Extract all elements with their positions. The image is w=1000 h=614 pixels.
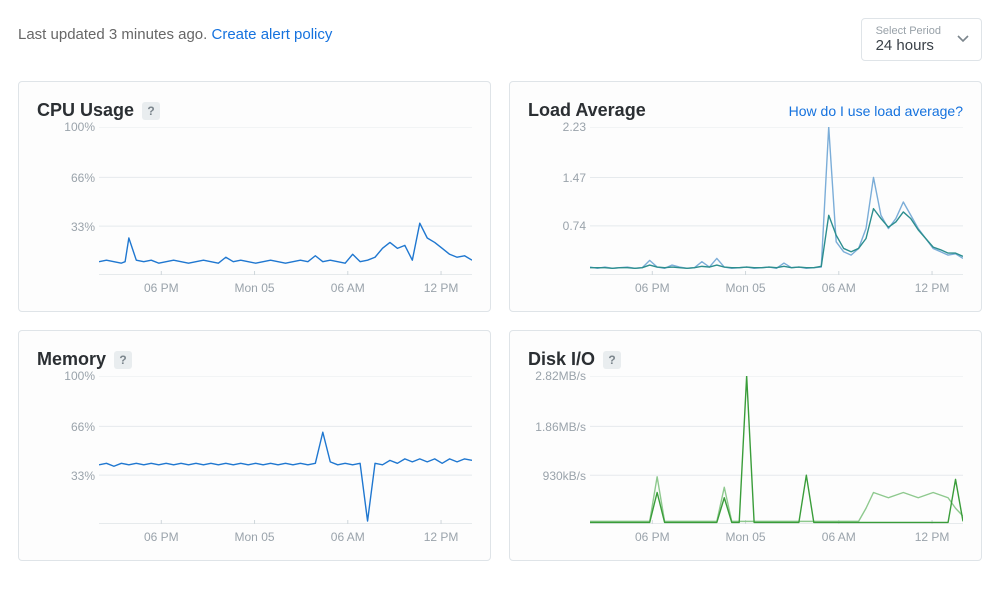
series-load-5m [590,209,963,269]
period-select[interactable]: Select Period 24 hours [861,18,982,61]
y-tick-label: 930kB/s [528,469,586,483]
panel-title: Load Average [528,100,646,121]
x-tick-label: 06 AM [331,530,365,544]
x-tick-label: 12 PM [915,281,950,295]
x-tick-label: Mon 05 [726,281,766,295]
x-axis: 06 PM Mon 05 06 AM 12 PM [590,281,963,299]
panel-cpu-usage: CPU Usage ? 33% 66% 100% 06 PM Mon 05 06 AM 12… [18,81,491,312]
y-tick-label: 100% [37,120,95,134]
period-select-label: Select Period [876,25,941,37]
x-tick-label: 12 PM [915,530,950,544]
plot-svg [99,376,472,524]
x-tick-label: 06 PM [144,530,179,544]
x-tick-label: 06 AM [822,281,856,295]
y-tick-label: 66% [37,420,95,434]
y-tick-label: 66% [37,171,95,185]
create-alert-policy-link[interactable]: Create alert policy [212,26,333,43]
series-mem [99,433,472,522]
help-icon[interactable]: ? [142,102,160,120]
help-icon[interactable]: ? [114,351,132,369]
x-tick-label: 12 PM [424,281,459,295]
y-tick-label: 33% [37,220,95,234]
x-tick-label: Mon 05 [235,281,275,295]
x-tick-label: Mon 05 [726,530,766,544]
top-bar: Last updated 3 minutes ago. Create alert… [18,18,982,61]
period-select-value: 24 hours [876,37,941,54]
plot-svg [590,127,963,275]
last-updated-text: Last updated 3 minutes ago. Create alert… [18,18,332,43]
x-tick-label: 06 PM [144,281,179,295]
last-updated-value: 3 minutes ago. [109,26,207,43]
y-tick-label: 33% [37,469,95,483]
x-tick-label: Mon 05 [235,530,275,544]
panel-head: Memory ? [37,349,472,370]
plot-svg [99,127,472,275]
series-load-1m [590,127,963,268]
y-tick-label: 2.82MB/s [528,369,586,383]
chart-disk: 930kB/s1.86MB/s2.82MB/s06 PMMon 0506 AM1… [528,376,963,548]
x-axis: 06 PM Mon 05 06 AM 12 PM [99,530,472,548]
panel-head: Disk I/O ? [528,349,963,370]
last-updated-prefix: Last updated [18,26,109,43]
x-tick-label: 06 AM [822,530,856,544]
series-cpu [99,224,472,264]
x-axis: 06 PM Mon 05 06 AM 12 PM [590,530,963,548]
help-icon[interactable]: ? [603,351,621,369]
plot-svg [590,376,963,524]
x-tick-label: 06 PM [635,530,670,544]
load-average-help-link[interactable]: How do I use load average? [789,103,963,119]
chart-cpu: 33%66%100%06 PMMon 0506 AM12 PM [37,127,472,299]
panel-title: CPU Usage [37,100,134,121]
series-read [590,477,963,522]
x-tick-label: 06 PM [635,281,670,295]
panel-memory: Memory ? 33% 66% 100% 06 PM Mon 05 06 AM 12 PM [18,330,491,561]
panel-head: CPU Usage ? [37,100,472,121]
panel-title: Memory [37,349,106,370]
y-tick-label: 1.47 [528,171,586,185]
chart-memory: 33%66%100%06 PMMon 0506 AM12 PM [37,376,472,548]
y-tick-label: 100% [37,369,95,383]
panel-title: Disk I/O [528,349,595,370]
x-tick-label: 12 PM [424,530,459,544]
y-tick-label: 1.86MB/s [528,420,586,434]
panel-load-average: Load Average How do I use load average? … [509,81,982,312]
x-tick-label: 06 AM [331,281,365,295]
y-tick-label: 0.74 [528,219,586,233]
panels-grid: CPU Usage ? 33% 66% 100% 06 PM Mon 05 06 AM 12… [18,81,982,561]
panel-head: Load Average How do I use load average? [528,100,963,121]
series-write [590,376,963,522]
panel-disk-io: Disk I/O ? 930kB/s 1.86MB/s 2.82MB/s 06 PM M… [509,330,982,561]
chevron-down-icon [957,32,969,48]
y-tick-label: 2.23 [528,120,586,134]
x-axis: 06 PM Mon 05 06 AM 12 PM [99,281,472,299]
chart-load: 0.741.472.2306 PMMon 0506 AM12 PM [528,127,963,299]
